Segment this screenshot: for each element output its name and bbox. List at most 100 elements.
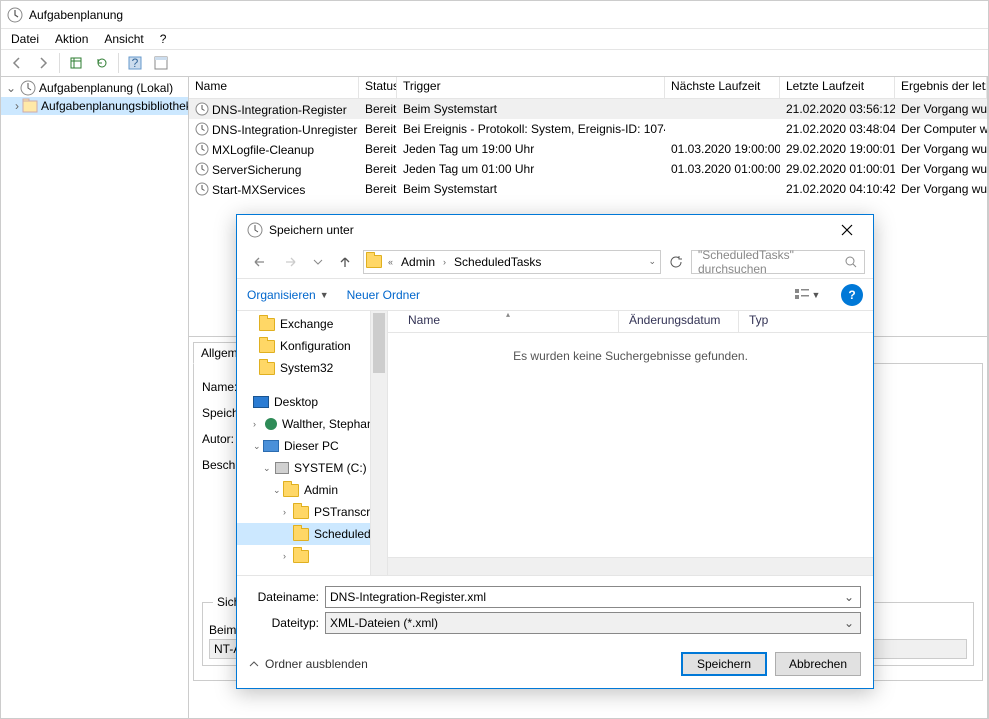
command-row: Organisieren ▼ Neuer Ordner ▼ ? [237, 279, 873, 311]
button-row: Ordner ausblenden Speichern Abbrechen [237, 644, 873, 688]
drive-icon [275, 462, 289, 474]
address-bar[interactable]: « Admin › ScheduledTasks ⌄ [363, 250, 661, 274]
chevron-down-icon[interactable]: ⌄ [646, 256, 658, 267]
menu-action[interactable]: Aktion [49, 30, 94, 48]
tree-desktop[interactable]: Desktop [237, 391, 370, 413]
forward-button[interactable] [31, 51, 55, 75]
scroll-left-button[interactable]: ‹ [388, 558, 405, 575]
expand-icon[interactable]: ⌄ [5, 81, 17, 95]
task-row[interactable]: ServerSicherungBereitJeden Tag um 01:00 … [189, 159, 987, 179]
folder-icon [293, 528, 309, 541]
menu-help[interactable]: ? [154, 30, 173, 48]
tree-konfig[interactable]: Konfiguration [237, 335, 370, 357]
col-last[interactable]: Letzte Laufzeit [780, 77, 895, 98]
tree-thispc[interactable]: ⌄Dieser PC [237, 435, 370, 457]
toolbar: ? [1, 49, 988, 77]
task-row[interactable]: Start-MXServicesBereitBeim Systemstart21… [189, 179, 987, 199]
cancel-button[interactable]: Abbrechen [775, 652, 861, 676]
breadcrumb-tasks[interactable]: ScheduledTasks [452, 255, 543, 269]
scroll-thumb[interactable] [373, 313, 385, 373]
search-icon [844, 255, 858, 269]
save-as-dialog: Speichern unter « Admin › ScheduledTasks… [236, 214, 874, 689]
close-button[interactable] [824, 216, 869, 244]
filecol-type[interactable]: Typ [738, 311, 798, 332]
search-placeholder: "ScheduledTasks" durchsuchen [698, 248, 858, 276]
recent-button[interactable] [309, 248, 327, 276]
tree-user[interactable]: ›Walther, Stephan [237, 413, 370, 435]
menubar: Datei Aktion Ansicht ? [1, 29, 988, 49]
organize-button[interactable]: Organisieren ▼ [247, 288, 329, 302]
folder-icon [259, 318, 275, 331]
folder-icon [293, 550, 309, 563]
help-button[interactable]: ? [841, 284, 863, 306]
dialog-title: Speichern unter [269, 223, 824, 237]
folder-tree[interactable]: Exchange Konfiguration System32 Desktop … [237, 311, 371, 575]
pane-button[interactable] [149, 51, 173, 75]
file-area: Name Änderungsdatum Typ Es wurden keine … [388, 311, 873, 575]
col-next[interactable]: Nächste Laufzeit [665, 77, 780, 98]
console-tree[interactable]: ⌄ Aufgabenplanung (Lokal) › Aufgabenplan… [1, 77, 189, 718]
col-name[interactable]: Name [189, 77, 359, 98]
tree-exchange[interactable]: Exchange [237, 313, 370, 335]
tree-scrollbar[interactable] [371, 311, 388, 575]
tree-sched[interactable]: ScheduledTasks [237, 523, 370, 545]
filetype-label: Dateityp: [249, 616, 319, 630]
action-button[interactable] [64, 51, 88, 75]
tree-root-label: Aufgabenplanung (Lokal) [39, 81, 173, 95]
tree-pst[interactable]: ›PSTranscripts [237, 501, 370, 523]
menu-file[interactable]: Datei [5, 30, 45, 48]
task-row[interactable]: MXLogfile-CleanupBereitJeden Tag um 19:0… [189, 139, 987, 159]
back-button[interactable] [5, 51, 29, 75]
tree-library[interactable]: › Aufgabenplanungsbibliothek [1, 97, 188, 115]
new-folder-button[interactable]: Neuer Ordner [347, 288, 420, 302]
folder-icon [259, 362, 275, 375]
tree-more[interactable]: › [237, 545, 370, 567]
tree-systemc[interactable]: ⌄SYSTEM (C:) [237, 457, 370, 479]
filetype-combo[interactable]: XML-Dateien (*.xml) [325, 612, 861, 634]
up-button[interactable] [331, 248, 359, 276]
titlebar: Aufgabenplanung [1, 1, 988, 29]
folder-icon [283, 484, 299, 497]
filename-input[interactable] [325, 586, 861, 608]
clock-icon [247, 222, 263, 238]
col-status[interactable]: Status [359, 77, 397, 98]
expand-icon[interactable]: › [15, 99, 19, 113]
back-button[interactable] [245, 248, 273, 276]
file-headers[interactable]: Name Änderungsdatum Typ [388, 311, 873, 333]
scroll-right-button[interactable]: › [856, 558, 873, 575]
nav-row: « Admin › ScheduledTasks ⌄ "ScheduledTas… [237, 245, 873, 279]
tree-system32[interactable]: System32 [237, 357, 370, 379]
clock-icon [20, 80, 36, 96]
chevron-right-icon: › [441, 257, 448, 267]
desktop-icon [253, 396, 269, 408]
empty-message: Es wurden keine Suchergebnisse gefunden.… [388, 333, 873, 575]
breadcrumb-admin[interactable]: Admin [399, 255, 437, 269]
svg-text:?: ? [132, 56, 139, 70]
filename-label: Dateiname: [249, 590, 319, 604]
refresh-button[interactable] [665, 251, 687, 273]
hide-folders-button[interactable]: Ordner ausblenden [249, 657, 368, 671]
pc-icon [263, 440, 279, 452]
search-input[interactable]: "ScheduledTasks" durchsuchen [691, 250, 865, 274]
col-trigger[interactable]: Trigger [397, 77, 665, 98]
filecol-name[interactable]: Name [398, 311, 618, 332]
tree-root[interactable]: ⌄ Aufgabenplanung (Lokal) [1, 79, 188, 97]
task-row[interactable]: DNS-Integration-RegisterBereitBeim Syste… [189, 99, 987, 119]
folder-icon [366, 255, 382, 268]
task-row[interactable]: DNS-Integration-UnregisterBereitBei Erei… [189, 119, 987, 139]
save-button[interactable]: Speichern [681, 652, 767, 676]
save-section: Dateiname: Dateityp: XML-Dateien (*.xml) [237, 575, 873, 644]
content-row: Exchange Konfiguration System32 Desktop … [237, 311, 873, 575]
tree-admin[interactable]: ⌄Admin [237, 479, 370, 501]
filecol-date[interactable]: Änderungsdatum [618, 311, 738, 332]
col-result[interactable]: Ergebnis der letzten [895, 77, 987, 98]
tree-library-label: Aufgabenplanungsbibliothek [41, 99, 189, 113]
breadcrumb-prefix[interactable]: « [386, 257, 395, 267]
close-icon [841, 224, 853, 236]
help-button[interactable]: ? [123, 51, 147, 75]
column-headers[interactable]: Name Status Trigger Nächste Laufzeit Let… [189, 77, 987, 99]
refresh-button[interactable] [90, 51, 114, 75]
forward-button[interactable] [277, 248, 305, 276]
menu-view[interactable]: Ansicht [98, 30, 149, 48]
view-button[interactable]: ▼ [791, 283, 823, 307]
